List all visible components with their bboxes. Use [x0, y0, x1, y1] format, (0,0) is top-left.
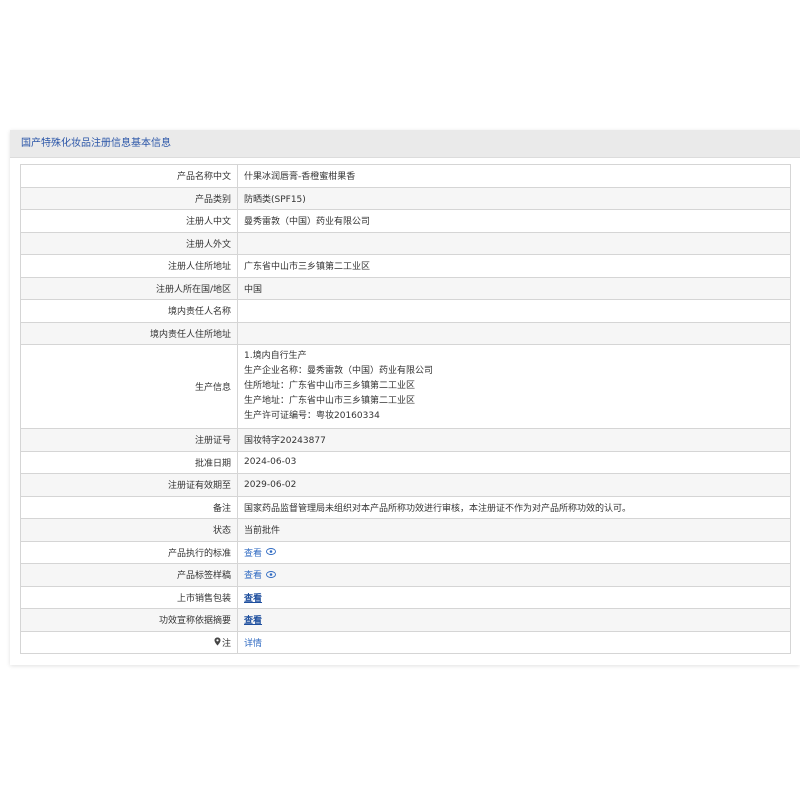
row-label: 备注: [20, 495, 238, 519]
production-line: 生产许可证编号：粤妆20160334: [244, 411, 380, 421]
row-label: 注册人所在国/地区: [20, 276, 238, 300]
table-row: 注册人中文 曼秀雷敦（中国）药业有限公司: [20, 209, 791, 233]
row-value: 查看: [237, 608, 791, 632]
row-label: 生产信息: [20, 344, 238, 429]
production-line: 生产地址：广东省中山市三乡镇第二工业区: [244, 396, 416, 406]
eye-icon[interactable]: [266, 548, 276, 558]
view-label-link[interactable]: 查看: [244, 571, 262, 581]
production-line: 生产企业名称：曼秀雷敦（中国）药业有限公司: [244, 366, 434, 376]
row-value: 详情: [237, 630, 791, 654]
row-value: 国家药品监督管理局未组织对本产品所称功效进行审核，本注册证不作为对产品所称功效的…: [237, 495, 791, 519]
row-value: [237, 321, 791, 345]
row-value: 2024-06-03: [237, 450, 791, 474]
row-label: 产品类别: [20, 186, 238, 210]
table-row: 产品标签样稿 查看: [20, 563, 791, 587]
table-row: 境内责任人名称: [20, 299, 791, 323]
view-packaging-link[interactable]: 查看: [244, 594, 262, 604]
row-label: 注册证有效期至: [20, 473, 238, 497]
row-label: 境内责任人名称: [20, 299, 238, 323]
production-info-value: 1.境内自行生产 生产企业名称：曼秀雷敦（中国）药业有限公司 住所地址：广东省中…: [237, 344, 791, 429]
table-row: 上市销售包装 查看: [20, 585, 791, 609]
note-label-cell: 注: [20, 630, 238, 654]
production-line: 1.境内自行生产: [244, 351, 307, 361]
row-label: 产品标签样稿: [20, 563, 238, 587]
row-value: 当前批件: [237, 518, 791, 542]
info-panel: 国产特殊化妆品注册信息基本信息 产品名称中文 什果冰润唇膏-香橙蜜柑果香 产品类…: [10, 130, 800, 665]
row-label: 注册人外文: [20, 231, 238, 255]
row-label: 批准日期: [20, 450, 238, 474]
table-row: 批准日期 2024-06-03: [20, 450, 791, 474]
details-link[interactable]: 详情: [244, 639, 262, 649]
row-label: 注册人中文: [20, 209, 238, 233]
table-row: 注册人住所地址 广东省中山市三乡镇第二工业区: [20, 254, 791, 278]
row-value: 查看: [237, 563, 791, 587]
table-row: 功效宣称依据摘要 查看: [20, 608, 791, 632]
table-row: 产品类别 防晒类(SPF15): [20, 186, 791, 210]
info-table: 产品名称中文 什果冰润唇膏-香橙蜜柑果香 产品类别 防晒类(SPF15) 注册人…: [20, 164, 791, 654]
row-label: 注册人住所地址: [20, 254, 238, 278]
view-efficacy-link[interactable]: 查看: [244, 616, 262, 626]
row-label: 注册证号: [20, 428, 238, 452]
table-row: 注册证有效期至 2029-06-02: [20, 473, 791, 497]
row-label: 产品执行的标准: [20, 540, 238, 564]
row-value: 广东省中山市三乡镇第二工业区: [237, 254, 791, 278]
table-row: 注 详情: [20, 630, 791, 654]
production-line: 住所地址：广东省中山市三乡镇第二工业区: [244, 381, 416, 391]
table-row: 产品执行的标准 查看: [20, 540, 791, 564]
eye-icon[interactable]: [266, 570, 276, 581]
row-label: 境内责任人住所地址: [20, 321, 238, 345]
panel-title: 国产特殊化妆品注册信息基本信息: [10, 130, 800, 158]
row-value: [237, 231, 791, 255]
pin-icon: [214, 637, 221, 649]
row-value: 中国: [237, 276, 791, 300]
table-row: 生产信息 1.境内自行生产 生产企业名称：曼秀雷敦（中国）药业有限公司 住所地址…: [20, 344, 791, 429]
table-row: 注册人所在国/地区 中国: [20, 276, 791, 300]
table-row: 状态 当前批件: [20, 518, 791, 542]
row-label: 状态: [20, 518, 238, 542]
table-row: 产品名称中文 什果冰润唇膏-香橙蜜柑果香: [20, 164, 791, 188]
table-row: 注册证号 国妆特字20243877: [20, 428, 791, 452]
row-label: 上市销售包装: [20, 585, 238, 609]
table-row: 备注 国家药品监督管理局未组织对本产品所称功效进行审核，本注册证不作为对产品所称…: [20, 495, 791, 519]
row-value: 防晒类(SPF15): [237, 186, 791, 210]
row-value: [237, 299, 791, 323]
row-value: 什果冰润唇膏-香橙蜜柑果香: [237, 164, 791, 188]
row-value: 查看: [237, 540, 791, 564]
table-row: 境内责任人住所地址: [20, 321, 791, 345]
row-value: 曼秀雷敦（中国）药业有限公司: [237, 209, 791, 233]
row-value: 2029-06-02: [237, 473, 791, 497]
row-label: 产品名称中文: [20, 164, 238, 188]
row-label: 功效宣称依据摘要: [20, 608, 238, 632]
table-row: 注册人外文: [20, 231, 791, 255]
row-value: 查看: [237, 585, 791, 609]
row-value: 国妆特字20243877: [237, 428, 791, 452]
row-label: 注: [221, 638, 231, 649]
view-standard-link[interactable]: 查看: [244, 549, 262, 559]
